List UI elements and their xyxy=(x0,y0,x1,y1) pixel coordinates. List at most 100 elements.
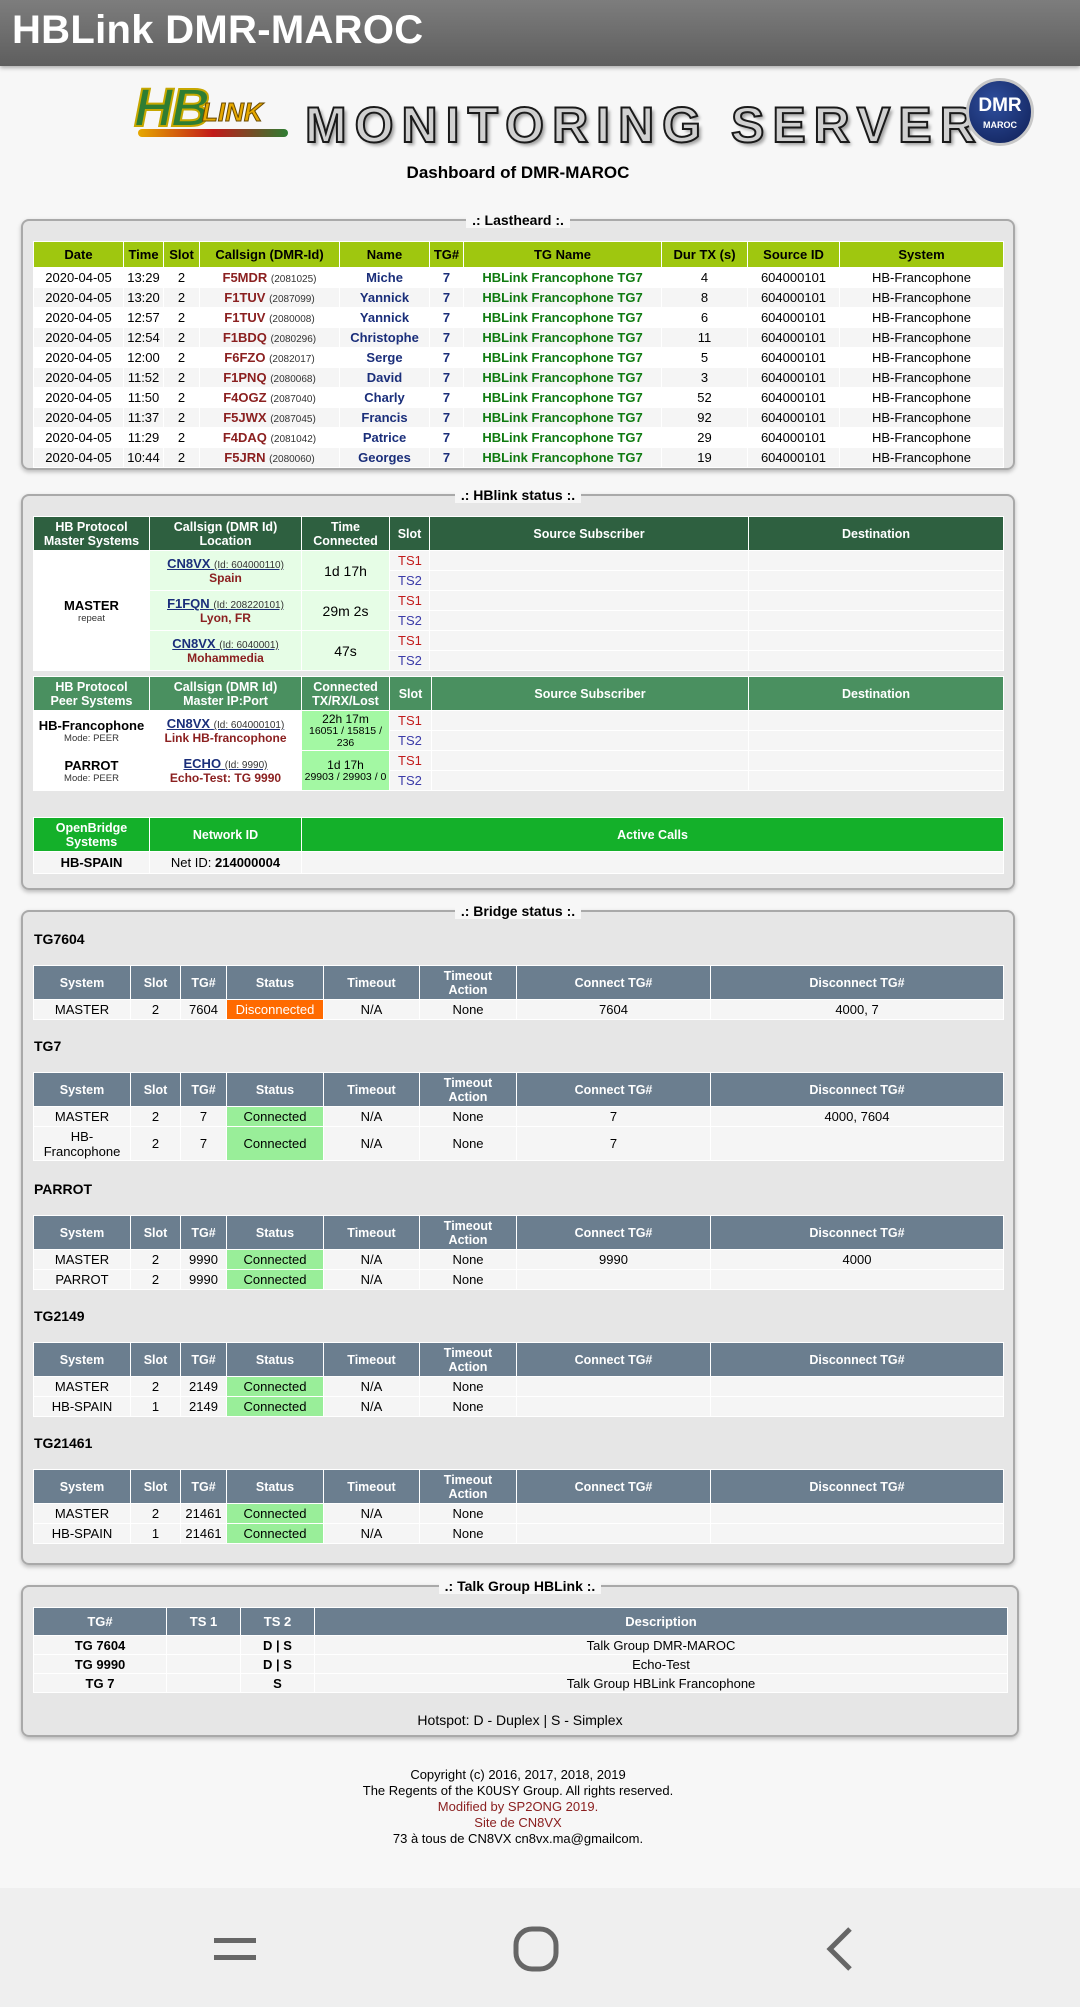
status-badge: Connected xyxy=(226,1126,324,1161)
col-tg: TG# xyxy=(180,1469,227,1504)
source-subscriber xyxy=(431,770,749,791)
cell-source-id: 604000101 xyxy=(747,327,840,348)
app-title: HBLink DMR-MAROC xyxy=(12,8,424,52)
cell-action: None xyxy=(419,1249,517,1270)
cell-system: MASTER xyxy=(33,1249,131,1270)
dmr-id-text: (2087045) xyxy=(270,414,316,425)
cell-tg: 2149 xyxy=(180,1396,227,1417)
cell-action: None xyxy=(419,999,517,1020)
lastheard-col-2: Slot xyxy=(163,241,200,268)
cell-connect xyxy=(516,1503,711,1524)
talkgroup-row: TG 9990 D | S Echo-Test xyxy=(33,1654,1008,1674)
cell-ts2: D | S xyxy=(240,1635,315,1655)
cell-timeout: N/A xyxy=(323,1523,420,1544)
col-timeout-action: Timeout Action xyxy=(419,1342,517,1377)
slot-label: TS2 xyxy=(389,650,430,671)
lastheard-row: 2020-04-05 11:37 2 F5JWX (2087045) Francis 7 H… xyxy=(33,407,1004,428)
cell-disconnect xyxy=(710,1396,1004,1417)
cell-tg-name: HBLink Francophone TG7 xyxy=(463,407,662,428)
col-system: System xyxy=(33,1469,131,1504)
cell-slot: 2 xyxy=(130,1503,181,1524)
back-icon[interactable] xyxy=(822,1926,858,1972)
master-callsign-link[interactable]: CN8VX (Id: 6040001) xyxy=(172,636,278,651)
site-link[interactable]: Site de CN8VX xyxy=(0,1815,1036,1831)
cell-system: HB-Francophone xyxy=(33,1126,131,1161)
col-peer-destination: Destination xyxy=(748,676,1004,711)
cell-name: Yannick xyxy=(339,287,430,308)
cell-source-id: 604000101 xyxy=(747,447,840,468)
col-peer-connected: Connected TX/RX/Lost xyxy=(301,676,390,711)
cell-time: 11:52 xyxy=(123,367,164,388)
cell-date: 2020-04-05 xyxy=(33,307,124,328)
badge-bottom: MAROC xyxy=(983,120,1017,130)
status-badge: Connected xyxy=(226,1249,324,1270)
master-system-cell: MASTER repeat xyxy=(33,550,150,671)
cell-duration: 4 xyxy=(661,267,748,288)
col-status: Status xyxy=(226,1342,324,1377)
master-callsign-link[interactable]: CN8VX (Id: 604000110) xyxy=(167,556,284,571)
cell-connect xyxy=(516,1269,711,1290)
col-source-subscriber: Source Subscriber xyxy=(429,516,749,551)
cell-date: 2020-04-05 xyxy=(33,287,124,308)
hdr: Timeout xyxy=(443,968,493,983)
destination xyxy=(748,570,1004,591)
col-system: System xyxy=(33,965,131,1000)
status-badge: Disconnected xyxy=(226,999,324,1020)
master-systems-table: HB Protocol Master Systems Callsign (DMR … xyxy=(33,516,1004,671)
footer: Copyright (c) 2016, 2017, 2018, 2019 The… xyxy=(0,1767,1036,1847)
cell-action: None xyxy=(419,1106,517,1127)
cell-slot: 2 xyxy=(163,447,200,468)
cell-slot: 2 xyxy=(130,1106,181,1127)
cell-duration: 92 xyxy=(661,407,748,428)
talkgroup-row: TG 7 S Talk Group HBLink Francophone xyxy=(33,1673,1008,1693)
talkgroup-row: TG 7604 D | S Talk Group DMR-MAROC xyxy=(33,1635,1008,1655)
lastheard-col-8: Source ID xyxy=(747,241,840,268)
menu-icon[interactable] xyxy=(212,1926,258,1972)
col-timeout: Timeout xyxy=(323,1469,420,1504)
bridge-group-title: TG7 xyxy=(34,1038,62,1054)
status-badge: Connected xyxy=(226,1503,324,1524)
peer-location: Link HB-francophone xyxy=(164,731,287,745)
ob-net-id: Net ID: 214000004 xyxy=(149,851,302,874)
cell-duration: 11 xyxy=(661,327,748,348)
bridge-row: HB-Francophone 2 7 Connected N/A None 7 xyxy=(33,1126,1004,1161)
cell-timeout: N/A xyxy=(323,1396,420,1417)
peer-callsign-link[interactable]: ECHO (Id: 9990) xyxy=(184,756,268,771)
cell-name: David xyxy=(339,367,430,388)
callsign-text: ECHO xyxy=(183,756,222,771)
cell-timeout: N/A xyxy=(323,1249,420,1270)
master-name: MASTER xyxy=(64,597,119,613)
master-time: 47s xyxy=(301,630,390,671)
col-slot: Slot xyxy=(130,1215,181,1250)
cell-source-id: 604000101 xyxy=(747,387,840,408)
lastheard-col-1: Time xyxy=(123,241,164,268)
modified-by-link[interactable]: Modified by SP2ONG 2019. xyxy=(0,1799,1036,1815)
col-hb-protocol: HB Protocol Master Systems xyxy=(33,516,150,551)
col-connect: Connect TG# xyxy=(516,1469,711,1504)
peer-location: Echo-Test: TG 9990 xyxy=(169,771,282,785)
home-icon[interactable] xyxy=(512,1926,560,1972)
peer-callsign-link[interactable]: CN8VX (Id: 604000101) xyxy=(167,716,285,731)
dmr-id-text: (Id: 604000101) xyxy=(213,720,285,731)
peer-connected-cell: 1d 17h 29903 / 29903 / 0 xyxy=(301,750,390,791)
peer-mode: Mode: PEER xyxy=(64,772,119,784)
peer-system-cell: PARROT Mode: PEER xyxy=(33,750,150,791)
col-connect: Connect TG# xyxy=(516,1072,711,1107)
col-disconnect: Disconnect TG# xyxy=(710,1072,1004,1107)
col-system: System xyxy=(33,1215,131,1250)
dmr-id-text: (2082017) xyxy=(269,354,315,365)
cell-tg: 7 xyxy=(429,267,464,288)
hdr: Timeout xyxy=(443,1345,493,1360)
master-callsign-link[interactable]: F1FQN (Id: 208220101) xyxy=(167,596,284,611)
lastheard-row: 2020-04-05 11:29 2 F4DAQ (2081042) Patrice 7 H… xyxy=(33,427,1004,448)
lastheard-panel: .: Lastheard :. Date Time Slot Callsign (DM… xyxy=(21,212,1015,470)
cell-tg: 21461 xyxy=(180,1503,227,1524)
cell-source-id: 604000101 xyxy=(747,407,840,428)
ob-active-calls xyxy=(301,851,1004,874)
copyright-line: Copyright (c) 2016, 2017, 2018, 2019 xyxy=(410,1767,626,1782)
cell-slot: 2 xyxy=(163,287,200,308)
master-sub: repeat xyxy=(78,612,105,624)
cell-slot: 2 xyxy=(163,427,200,448)
cell-system: HB-Francophone xyxy=(839,407,1004,428)
lastheard-row: 2020-04-05 12:57 2 F1TUV (2080008) Yannick 7 H… xyxy=(33,307,1004,328)
